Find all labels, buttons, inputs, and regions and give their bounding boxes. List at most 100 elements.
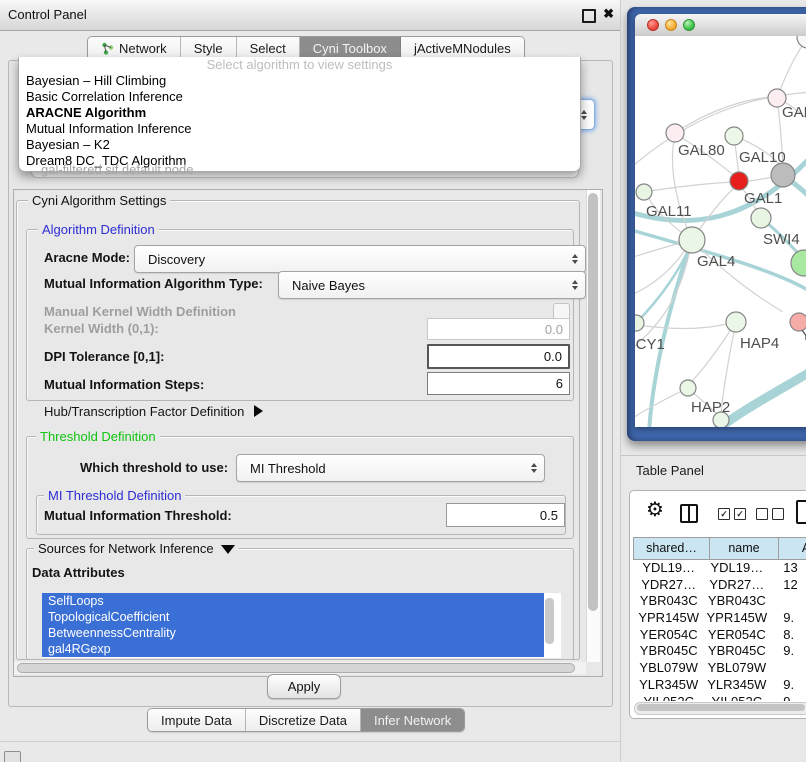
algorithm-option-mutual-information-inference[interactable]: Mutual Information Inference xyxy=(19,121,580,137)
scrollbar-thumb[interactable] xyxy=(588,193,598,611)
mi-algorithm-type-label: Mutual Information Algorithm Type: xyxy=(44,276,263,291)
control-panel-window: Control Panel ✖ NetworkStyleSelectCyni T… xyxy=(0,0,620,742)
network-edge xyxy=(635,324,727,329)
data-attributes-list[interactable]: SelfLoopsTopologicalCoefficientBetweenne… xyxy=(42,593,561,658)
table-panel-titlebar: Table Panel xyxy=(621,455,806,487)
network-node[interactable] xyxy=(726,312,746,332)
new-table-icon[interactable] xyxy=(796,500,806,524)
workspace-right-column: GALGAL80GAL10GAL11GAL1SWI4GAL4GCY1HAP4YH… xyxy=(620,0,806,762)
table-cell: 12 xyxy=(769,577,806,594)
attribute-item-betweennesscentrality[interactable]: BetweennessCentrality xyxy=(42,625,544,641)
table-cell: YDR27… xyxy=(633,577,704,594)
select-all-checkboxes-icon[interactable]: ✓✓ xyxy=(718,508,746,520)
network-window-titlebar[interactable] xyxy=(635,14,806,37)
scrollbar-thumb[interactable] xyxy=(17,663,575,673)
tab-jactivemnodules-label: jActiveMNodules xyxy=(414,41,511,56)
network-node[interactable] xyxy=(636,184,652,200)
collapsed-arrow-icon xyxy=(254,405,263,417)
which-threshold-combobox[interactable]: MI Threshold xyxy=(236,454,545,482)
network-node[interactable] xyxy=(797,36,806,48)
column-header-a[interactable]: A xyxy=(778,537,806,560)
network-node[interactable] xyxy=(725,127,743,145)
algorithm-option-basic-correlation-inference[interactable]: Basic Correlation Inference xyxy=(19,89,580,105)
network-node[interactable] xyxy=(751,208,771,228)
close-icon[interactable]: ✖ xyxy=(603,6,614,22)
settings-vertical-scrollbar[interactable] xyxy=(586,190,600,662)
aracne-mode-value: Discovery xyxy=(148,252,205,267)
attribute-item-gal4rgexp[interactable]: gal4RGexp xyxy=(42,641,544,657)
mi-algorithm-type-combobox[interactable]: Naive Bayes xyxy=(278,271,586,299)
table-row[interactable]: YIL052CYIL052C9. xyxy=(633,694,806,702)
bottom-tab-impute-data[interactable]: Impute Data xyxy=(148,709,246,731)
algorithm-option-bayesian-k2[interactable]: Bayesian – K2 xyxy=(19,137,580,153)
table-row[interactable]: YDR27…YDR27…12 xyxy=(633,577,806,594)
float-window-icon[interactable] xyxy=(582,9,596,23)
aracne-mode-combobox[interactable]: Discovery xyxy=(134,245,586,273)
table-row[interactable]: YLR345WYLR345W9. xyxy=(633,677,806,694)
control-panel-titlebar[interactable]: Control Panel ✖ xyxy=(0,0,620,31)
zoom-traffic-light-icon[interactable] xyxy=(683,19,695,31)
table-cell: 9. xyxy=(769,694,806,702)
table-row[interactable]: YDL19…YDL19…13 xyxy=(633,560,806,577)
network-canvas[interactable]: GALGAL80GAL10GAL11GAL1SWI4GAL4GCY1HAP4YH… xyxy=(635,36,806,427)
settings-horizontal-scrollbar[interactable] xyxy=(14,662,586,674)
network-node[interactable] xyxy=(730,172,748,190)
attribute-item-topologicalcoefficient[interactable]: TopologicalCoefficient xyxy=(42,609,544,625)
table-row[interactable]: YBR045CYBR045C9. xyxy=(633,643,806,660)
network-node[interactable] xyxy=(679,227,705,253)
tab-select-label: Select xyxy=(250,41,286,56)
algorithm-popup-list: Bayesian – Hill ClimbingBasic Correlatio… xyxy=(19,73,580,169)
network-node[interactable] xyxy=(791,250,806,276)
kernel-width-value: 0.0 xyxy=(545,322,563,337)
control-panel-title: Control Panel xyxy=(8,0,87,29)
columns-icon[interactable] xyxy=(680,504,698,523)
table-panel: ⚙ ✓✓ shared…nameA YDL19…YDL19…13YDR27…YD… xyxy=(629,490,806,719)
algorithm-option-bayesian-hill-climbing[interactable]: Bayesian – Hill Climbing xyxy=(19,73,580,89)
close-traffic-light-icon[interactable] xyxy=(647,19,659,31)
algorithm-definition-title: Algorithm Definition xyxy=(38,222,159,237)
bottom-tab-discretize-data[interactable]: Discretize Data xyxy=(246,709,361,731)
column-header-shared[interactable]: shared… xyxy=(633,537,710,560)
network-node[interactable] xyxy=(666,124,684,142)
hub-definition-toggle[interactable]: Hub/Transcription Factor Definition xyxy=(44,404,263,419)
list-scrollbar-thumb[interactable] xyxy=(545,598,554,644)
kernel-width-field[interactable]: 0.0 xyxy=(427,318,570,340)
scrollbar-thumb[interactable] xyxy=(637,704,805,711)
attribute-item-selfloops[interactable]: SelfLoops xyxy=(42,593,544,609)
node-label-gal: GAL xyxy=(782,104,806,121)
minimize-traffic-light-icon[interactable] xyxy=(665,19,677,31)
node-label-gal10: GAL10 xyxy=(739,149,786,166)
algorithm-option-aracne-algorithm[interactable]: ARACNE Algorithm xyxy=(19,105,580,121)
sources-toggle[interactable]: Sources for Network Inference xyxy=(34,541,239,556)
table-row[interactable]: YBL079WYBL079W xyxy=(633,660,806,677)
docked-panel-icon[interactable] xyxy=(4,751,21,762)
algorithm-popup: Select algorithm to view settings Bayesi… xyxy=(18,57,581,172)
table-row[interactable]: YPR145WYPR145W9. xyxy=(633,610,806,627)
dpi-tolerance-field[interactable]: 0.0 xyxy=(427,344,570,369)
table-cell: YBL079W xyxy=(704,660,769,677)
table-cell: YBR043C xyxy=(704,593,769,610)
bottom-tab-infer-network[interactable]: Infer Network xyxy=(361,709,464,731)
which-threshold-value: MI Threshold xyxy=(250,461,326,476)
table-horizontal-scrollbar[interactable] xyxy=(634,702,806,715)
mi-steps-label: Mutual Information Steps: xyxy=(44,377,204,392)
network-edge xyxy=(635,250,685,300)
table-header: shared…nameA xyxy=(633,537,806,560)
table-panel-title: Table Panel xyxy=(636,456,704,486)
data-attributes-label: Data Attributes xyxy=(32,565,125,580)
mi-threshold-label: Mutual Information Threshold: xyxy=(44,508,232,523)
mi-steps-field[interactable]: 6 xyxy=(427,372,570,395)
table-row[interactable]: YER054CYER054C8. xyxy=(633,627,806,644)
application-root: GALGAL80GAL10GAL11GAL1SWI4GAL4GCY1HAP4YH… xyxy=(0,0,806,762)
node-label-gal4: GAL4 xyxy=(697,253,735,270)
network-view-frame: GALGAL80GAL10GAL11GAL1SWI4GAL4GCY1HAP4YH… xyxy=(627,7,806,441)
network-node[interactable] xyxy=(680,380,696,396)
column-header-name[interactable]: name xyxy=(709,537,779,560)
gear-icon[interactable]: ⚙ xyxy=(646,499,664,521)
tab-cyni-toolbox-label: Cyni Toolbox xyxy=(313,41,387,56)
apply-button[interactable]: Apply xyxy=(267,674,341,699)
table-row[interactable]: YBR043CYBR043C xyxy=(633,593,806,610)
network-node[interactable] xyxy=(771,163,795,187)
mi-threshold-field[interactable]: 0.5 xyxy=(446,503,565,527)
deselect-all-checkboxes-icon[interactable] xyxy=(756,508,784,520)
